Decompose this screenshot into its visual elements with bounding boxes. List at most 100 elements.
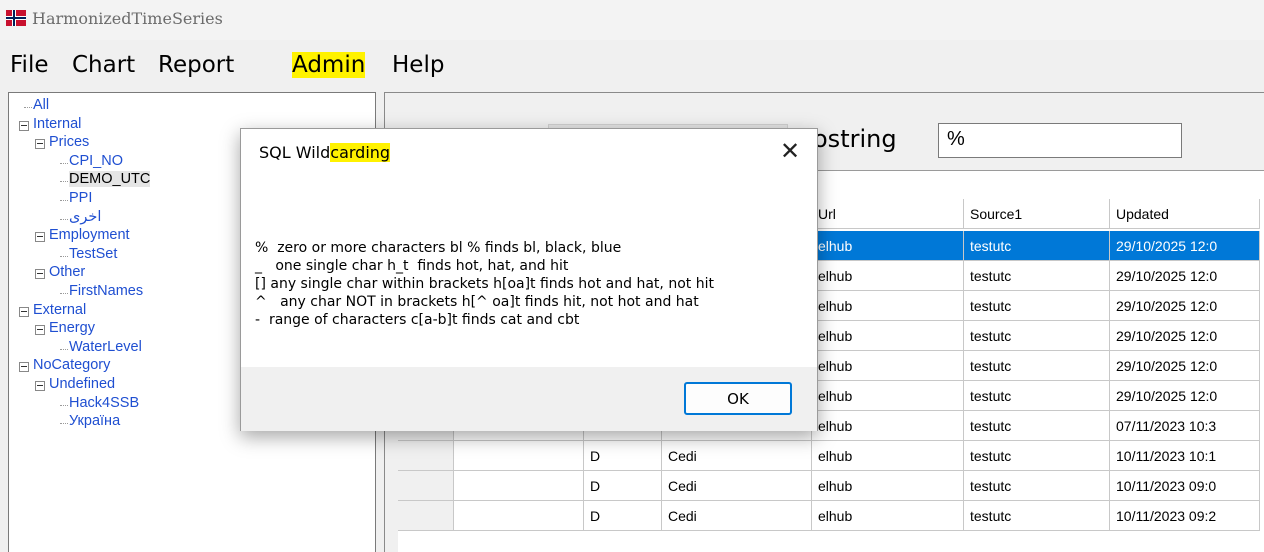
title-bar: HarmonizedTimeSeries	[0, 0, 1264, 40]
tree-connector	[60, 423, 68, 425]
dialog-line: _ one single char h_t finds hot, hat, an…	[255, 258, 569, 274]
table-cell[interactable]: D	[584, 441, 662, 471]
tree-connector	[60, 200, 68, 201]
table-cell[interactable]: elhub	[812, 351, 964, 381]
table-cell[interactable]: testutc	[964, 231, 1110, 261]
table-cell[interactable]	[454, 501, 584, 531]
tree-node[interactable]: All	[33, 97, 49, 113]
table-cell[interactable]: testutc	[964, 381, 1110, 411]
tree-node[interactable]: CPI_NO	[69, 153, 123, 169]
table-cell[interactable]: Cedi	[662, 441, 812, 471]
table-cell[interactable]: 10/11/2023 09:0	[1110, 471, 1260, 501]
window-title: HarmonizedTimeSeries	[32, 9, 223, 28]
tree-node[interactable]: Internal	[33, 116, 81, 132]
dialog-line: - range of characters c[a-b]t finds cat …	[255, 312, 580, 328]
tree-node[interactable]: Prices	[49, 134, 89, 150]
dialog-line: % zero or more characters bl % finds bl,…	[255, 240, 622, 256]
substring-label: ostring	[813, 125, 897, 153]
tree-connector	[60, 181, 68, 183]
tree-node[interactable]: Employment	[49, 227, 130, 243]
tree-expander-icon[interactable]	[19, 362, 29, 373]
table-cell[interactable]: 29/10/2025 12:0	[1110, 321, 1260, 351]
tree-connector	[60, 348, 68, 350]
norway-flag-icon	[6, 10, 26, 26]
tree-expander-icon[interactable]	[19, 306, 29, 317]
table-cell[interactable]: elhub	[812, 501, 964, 531]
close-icon[interactable]: ✕	[777, 137, 803, 167]
tree-node[interactable]: اخرى	[69, 209, 101, 225]
table-cell[interactable]: testutc	[964, 501, 1110, 531]
tree-expander-icon[interactable]	[35, 269, 45, 280]
tree-connector	[60, 162, 68, 164]
table-cell[interactable]: elhub	[812, 291, 964, 321]
tree-node[interactable]: Energy	[49, 320, 95, 336]
table-cell[interactable]: testutc	[964, 261, 1110, 291]
table-cell[interactable]: 29/10/2025 12:0	[1110, 351, 1260, 381]
tree-node[interactable]: FirstNames	[69, 283, 143, 299]
tree-node[interactable]: WaterLevel	[69, 339, 142, 355]
table-cell[interactable]: testutc	[964, 411, 1110, 441]
table-cell[interactable]: 10/11/2023 09:2	[1110, 501, 1260, 531]
tree-expander-icon[interactable]	[19, 120, 29, 131]
tree-node[interactable]: PPI	[69, 190, 92, 206]
table-cell[interactable]: testutc	[964, 441, 1110, 471]
tree-connector	[60, 404, 68, 406]
menu-report[interactable]: Report	[158, 52, 234, 78]
table-cell[interactable]: testutc	[964, 321, 1110, 351]
tree-connector	[60, 293, 68, 294]
table-cell[interactable]: Cedi	[662, 471, 812, 501]
tree-node[interactable]: NoCategory	[33, 357, 110, 373]
tree-connector	[24, 107, 32, 108]
dialog-footer: OK	[241, 367, 817, 431]
row-header[interactable]	[398, 501, 454, 531]
table-cell[interactable]	[454, 471, 584, 501]
substring-input[interactable]: %	[938, 123, 1182, 158]
tree-node[interactable]: DEMO_UTC	[69, 171, 151, 188]
table-cell[interactable]: elhub	[812, 471, 964, 501]
table-cell[interactable]: testutc	[964, 471, 1110, 501]
table-cell[interactable]	[454, 441, 584, 471]
table-cell[interactable]: D	[584, 471, 662, 501]
table-cell[interactable]: elhub	[812, 261, 964, 291]
tree-node[interactable]: Hack4SSB	[69, 395, 139, 411]
menu-bar: File Chart Report Admin Help	[0, 48, 1264, 86]
tree-expander-icon[interactable]	[35, 325, 45, 336]
table-cell[interactable]: Cedi	[662, 501, 812, 531]
tree-node[interactable]: Other	[49, 264, 85, 280]
dialog-line: ^ any char NOT in brackets h[^ oa]t find…	[255, 294, 699, 310]
dialog-title: SQL Wildcarding	[259, 143, 391, 162]
table-cell[interactable]: elhub	[812, 411, 964, 441]
tree-expander-icon[interactable]	[35, 381, 45, 391]
tree-expander-icon[interactable]	[35, 139, 45, 150]
table-cell[interactable]: D	[584, 501, 662, 531]
column-header[interactable]: Url	[812, 199, 964, 229]
tree-node[interactable]: Україна	[69, 413, 120, 429]
tree-node[interactable]: TestSet	[69, 246, 117, 262]
menu-chart[interactable]: Chart	[72, 52, 135, 78]
menu-file[interactable]: File	[10, 52, 49, 78]
row-header[interactable]	[398, 441, 454, 471]
table-cell[interactable]: elhub	[812, 231, 964, 261]
column-header[interactable]: Source1	[964, 199, 1110, 229]
table-cell[interactable]: 07/11/2023 10:3	[1110, 411, 1260, 441]
ok-button[interactable]: OK	[684, 382, 792, 415]
tree-expander-icon[interactable]	[35, 232, 45, 243]
row-header[interactable]	[398, 471, 454, 501]
dialog-line: [] any single char within brackets h[oa]…	[255, 276, 714, 292]
tree-node[interactable]: External	[33, 302, 86, 318]
menu-admin[interactable]: Admin	[292, 52, 366, 78]
table-cell[interactable]: elhub	[812, 381, 964, 411]
table-cell[interactable]: elhub	[812, 321, 964, 351]
table-cell[interactable]: 29/10/2025 12:0	[1110, 381, 1260, 411]
menu-help[interactable]: Help	[392, 52, 444, 78]
table-cell[interactable]: testutc	[964, 351, 1110, 381]
table-cell[interactable]: 29/10/2025 12:0	[1110, 291, 1260, 321]
table-cell[interactable]: 29/10/2025 12:0	[1110, 231, 1260, 261]
table-cell[interactable]: 10/11/2023 10:1	[1110, 441, 1260, 471]
table-cell[interactable]: 29/10/2025 12:0	[1110, 261, 1260, 291]
table-cell[interactable]: testutc	[964, 291, 1110, 321]
dialog-body: % zero or more characters bl % finds bl,…	[241, 181, 817, 367]
table-cell[interactable]: elhub	[812, 441, 964, 471]
tree-node[interactable]: Undefined	[49, 376, 115, 392]
column-header[interactable]: Updated	[1110, 199, 1260, 229]
